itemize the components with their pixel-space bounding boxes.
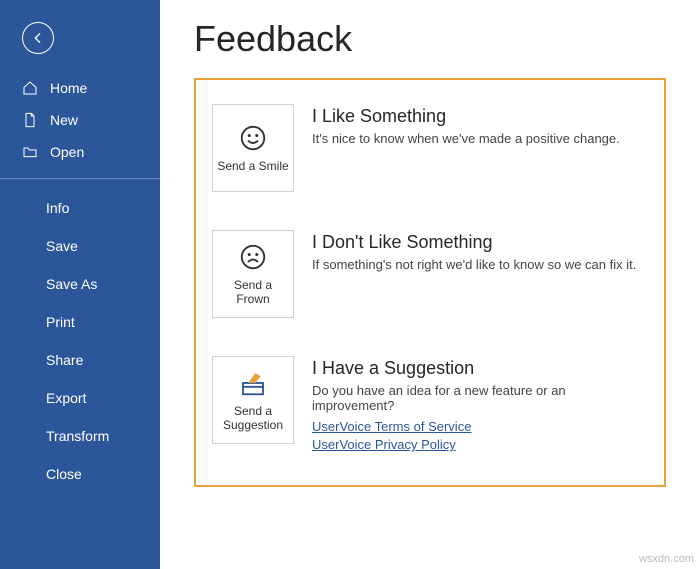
smile-icon [238, 123, 268, 153]
home-icon [22, 80, 38, 96]
tile-label: Send a Smile [217, 159, 288, 173]
page-icon [22, 112, 38, 128]
sidebar-item-label: Info [46, 200, 69, 216]
feedback-row-frown: Send a Frown I Don't Like Something If s… [212, 220, 648, 346]
sidebar-item-open[interactable]: Open [0, 136, 160, 168]
sidebar-item-save[interactable]: Save [0, 227, 160, 265]
feedback-panel: Send a Smile I Like Something It's nice … [194, 78, 666, 487]
sidebar-item-label: Print [46, 314, 75, 330]
suggestion-icon [238, 368, 268, 398]
sidebar-item-label: Save As [46, 276, 97, 292]
watermark: wsxdn.com [639, 553, 694, 565]
feedback-title: I Like Something [312, 106, 648, 127]
folder-icon [22, 144, 38, 160]
sidebar-item-label: Close [46, 466, 82, 482]
sidebar-divider [0, 178, 160, 179]
sidebar-item-print[interactable]: Print [0, 303, 160, 341]
feedback-desc: Do you have an idea for a new feature or… [312, 383, 648, 413]
send-smile-button[interactable]: Send a Smile [212, 104, 294, 192]
frown-icon [238, 242, 268, 272]
sidebar-item-share[interactable]: Share [0, 341, 160, 379]
uservoice-privacy-link[interactable]: UserVoice Privacy Policy [312, 437, 648, 452]
sidebar-item-close[interactable]: Close [0, 455, 160, 493]
feedback-title: I Don't Like Something [312, 232, 648, 253]
sidebar-item-label: Home [50, 80, 87, 96]
back-button[interactable] [22, 22, 54, 54]
sidebar-item-label: Export [46, 390, 86, 406]
feedback-row-smile: Send a Smile I Like Something It's nice … [212, 94, 648, 220]
feedback-title: I Have a Suggestion [312, 358, 648, 379]
feedback-text: I Don't Like Something If something's no… [312, 230, 648, 318]
sidebar-item-transform[interactable]: Transform [0, 417, 160, 455]
sidebar-item-label: Transform [46, 428, 109, 444]
sidebar-item-export[interactable]: Export [0, 379, 160, 417]
tile-label: Send a Suggestion [217, 404, 289, 432]
sidebar-item-saveas[interactable]: Save As [0, 265, 160, 303]
page-title: Feedback [194, 18, 666, 60]
feedback-text: I Like Something It's nice to know when … [312, 104, 648, 192]
send-suggestion-button[interactable]: Send a Suggestion [212, 356, 294, 444]
sidebar-item-label: Open [50, 144, 84, 160]
uservoice-tos-link[interactable]: UserVoice Terms of Service [312, 419, 648, 434]
feedback-desc: If something's not right we'd like to kn… [312, 257, 648, 272]
sidebar-item-label: New [50, 112, 78, 128]
feedback-text: I Have a Suggestion Do you have an idea … [312, 356, 648, 455]
arrow-left-icon [30, 30, 46, 46]
sidebar-item-label: Save [46, 238, 78, 254]
send-frown-button[interactable]: Send a Frown [212, 230, 294, 318]
sidebar-item-new[interactable]: New [0, 104, 160, 136]
feedback-desc: It's nice to know when we've made a posi… [312, 131, 648, 146]
tile-label: Send a Frown [217, 278, 289, 306]
sidebar-item-home[interactable]: Home [0, 72, 160, 104]
feedback-row-suggestion: Send a Suggestion I Have a Suggestion Do… [212, 346, 648, 461]
sidebar: Home New Open Info Save Save As Print Sh… [0, 0, 160, 569]
sidebar-item-info[interactable]: Info [0, 189, 160, 227]
sidebar-item-label: Share [46, 352, 83, 368]
main-content: Feedback Send a Smile I Like Something I… [160, 0, 700, 569]
